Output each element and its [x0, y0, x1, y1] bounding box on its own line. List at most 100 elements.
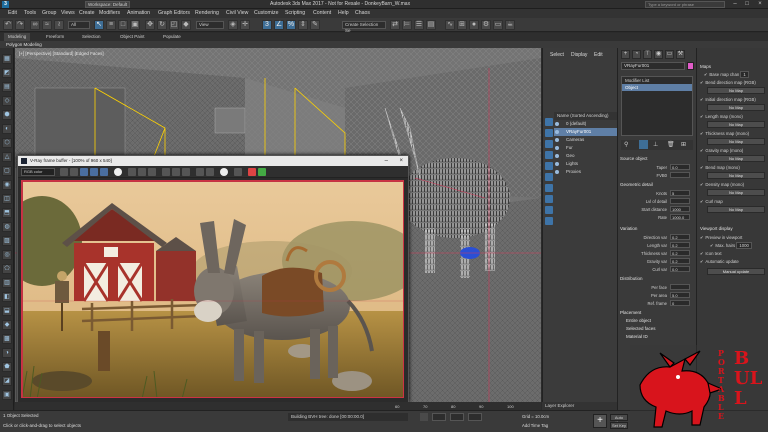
- map-curl-checkbox[interactable]: Curl map: [700, 198, 766, 205]
- display-correction-icon[interactable]: [220, 168, 228, 176]
- schematic-view-icon[interactable]: ⊞: [457, 20, 467, 30]
- visibility-icon[interactable]: [555, 138, 559, 142]
- modify-tab-icon[interactable]: ◔: [632, 50, 641, 59]
- manual-update-button[interactable]: Manual update: [707, 268, 765, 275]
- layout-tab-icon[interactable]: △: [2, 152, 12, 162]
- motion-tab-icon[interactable]: ◉: [654, 50, 663, 59]
- layout-tab-icon[interactable]: ▩: [2, 334, 12, 344]
- add-key-button[interactable]: +: [593, 414, 607, 428]
- list-item[interactable]: Proxies: [554, 168, 618, 176]
- menu-graph-editors[interactable]: Graph Editors: [158, 10, 190, 17]
- show-end-result-icon[interactable]: [639, 140, 648, 149]
- frame-buffer-title-bar[interactable]: V-Ray frame buffer - [100% of 960 x 540]…: [18, 156, 408, 166]
- link-icon[interactable]: ∞: [30, 20, 40, 30]
- time-slider[interactable]: 60 70 80 90 100: [15, 402, 541, 410]
- layout-tab-icon[interactable]: ◉: [2, 180, 12, 190]
- edit-named-selection-icon[interactable]: ✎: [310, 20, 320, 30]
- no-map-button[interactable]: No Map: [707, 189, 765, 196]
- rendered-image[interactable]: [21, 180, 404, 398]
- list-item[interactable]: Cameras: [554, 136, 618, 144]
- maps-title[interactable]: Maps: [700, 64, 766, 69]
- selection-filter-dropdown[interactable]: All: [68, 21, 90, 29]
- snap-toggle-icon[interactable]: 3: [262, 20, 272, 30]
- z-field[interactable]: [468, 413, 482, 421]
- unlink-icon[interactable]: ≈: [42, 20, 52, 30]
- scale-icon[interactable]: ◰: [169, 20, 179, 30]
- create-tab-icon[interactable]: +: [621, 50, 630, 59]
- layout-tab-icon[interactable]: ⬟: [2, 362, 12, 372]
- display-tab-icon[interactable]: ▭: [665, 50, 674, 59]
- filter-cameras-icon[interactable]: [545, 151, 553, 159]
- map-gravity-checkbox[interactable]: Gravity map (mono): [700, 147, 766, 154]
- layout-tab-icon[interactable]: ◐: [2, 124, 12, 134]
- viewport-label[interactable]: [+] [Perspective] [Standard] [Edged Face…: [19, 51, 104, 56]
- history-icon[interactable]: [234, 168, 242, 176]
- preview-in-viewport-checkbox[interactable]: Preview in viewport: [700, 234, 766, 241]
- layer-explorer-icon[interactable]: ☰: [414, 20, 424, 30]
- channel-green-icon[interactable]: [70, 168, 78, 176]
- object-name-field[interactable]: VRayFur001: [621, 62, 685, 70]
- visibility-icon[interactable]: [555, 146, 559, 150]
- last-render-icon[interactable]: [182, 168, 190, 176]
- utilities-tab-icon[interactable]: ⚒: [676, 50, 685, 59]
- layout-tab-icon[interactable]: ◆: [2, 320, 12, 330]
- set-key-button[interactable]: Set Key: [610, 422, 628, 429]
- clear-image-icon[interactable]: [138, 168, 146, 176]
- menu-tools[interactable]: Tools: [24, 10, 36, 17]
- modifier-list-dropdown[interactable]: Modifier List: [622, 77, 692, 84]
- layout-tab-icon[interactable]: ◎: [2, 250, 12, 260]
- spinner-snap-icon[interactable]: ⇕: [298, 20, 308, 30]
- visibility-icon[interactable]: [555, 154, 559, 158]
- reference-coordinate-dropdown[interactable]: View: [196, 21, 224, 29]
- configure-modifier-sets-icon[interactable]: ⊞: [681, 141, 686, 148]
- vray-frame-buffer-window[interactable]: V-Ray frame buffer - [100% of 960 x 540]…: [17, 155, 409, 403]
- menu-create[interactable]: Create: [79, 10, 95, 17]
- map-thickness-checkbox[interactable]: Thickness map (mono): [700, 130, 766, 137]
- menu-rendering[interactable]: Rendering: [195, 10, 219, 17]
- ribbon-tab-freeform[interactable]: Freeform: [46, 33, 64, 41]
- hierarchy-tab-icon[interactable]: ⊤: [643, 50, 652, 59]
- save-image-icon[interactable]: [114, 168, 122, 176]
- lens-effects-icon[interactable]: [196, 168, 204, 176]
- layout-tab-icon[interactable]: ⬠: [2, 264, 12, 274]
- layout-tab-icon[interactable]: ⬡: [2, 138, 12, 148]
- menu-edit[interactable]: Edit: [8, 10, 17, 17]
- undo-icon[interactable]: ↶: [3, 20, 13, 30]
- load-image-icon[interactable]: [128, 168, 136, 176]
- visibility-icon[interactable]: [555, 122, 559, 126]
- minimize-icon[interactable]: –: [730, 1, 740, 8]
- curve-editor-icon[interactable]: ∿: [445, 20, 455, 30]
- menu-customize[interactable]: Customize: [254, 10, 279, 17]
- filter-lights-icon[interactable]: [545, 140, 553, 148]
- rectangle-selection-icon[interactable]: □: [118, 20, 128, 30]
- layout-tab-icon[interactable]: ◧: [2, 292, 12, 302]
- ribbon-panel-label[interactable]: Polygon Modeling: [6, 41, 42, 48]
- layer-explorer-button[interactable]: Layer Explorer: [542, 402, 617, 410]
- layout-tab-icon[interactable]: ▦: [2, 54, 12, 64]
- menu-scripting[interactable]: Scripting: [285, 10, 305, 17]
- maximize-icon[interactable]: □: [742, 1, 752, 8]
- render-frame-window-icon[interactable]: ▭: [493, 20, 503, 30]
- close-icon[interactable]: ×: [399, 156, 403, 166]
- layout-tab-icon[interactable]: ⬢: [2, 110, 12, 120]
- list-item[interactable]: 0 (default): [554, 120, 618, 128]
- menu-help[interactable]: Help: [338, 10, 349, 17]
- modifier-stack-item[interactable]: Object: [622, 84, 692, 91]
- named-selection-set-dropdown[interactable]: Create Selection Se: [342, 21, 386, 33]
- stop-render-icon[interactable]: [248, 168, 256, 176]
- layout-tab-icon[interactable]: ⬒: [2, 208, 12, 218]
- y-field[interactable]: [450, 413, 464, 421]
- no-map-button[interactable]: No Map: [707, 155, 765, 162]
- layout-tab-icon[interactable]: ◫: [2, 194, 12, 204]
- layout-tab-icon[interactable]: ◍: [2, 222, 12, 232]
- map-bend-checkbox[interactable]: Bend map (mono): [700, 164, 766, 171]
- angle-snap-icon[interactable]: ∠: [274, 20, 284, 30]
- list-item[interactable]: Lights: [554, 160, 618, 168]
- channel-red-icon[interactable]: [60, 168, 68, 176]
- rotate-icon[interactable]: ↻: [157, 20, 167, 30]
- layout-tab-icon[interactable]: ▤: [2, 82, 12, 92]
- filter-geometry-icon[interactable]: [545, 118, 553, 126]
- select-icon[interactable]: ↖: [94, 20, 104, 30]
- make-unique-icon[interactable]: ⊥: [653, 141, 658, 148]
- render-setup-icon[interactable]: ⚙: [481, 20, 491, 30]
